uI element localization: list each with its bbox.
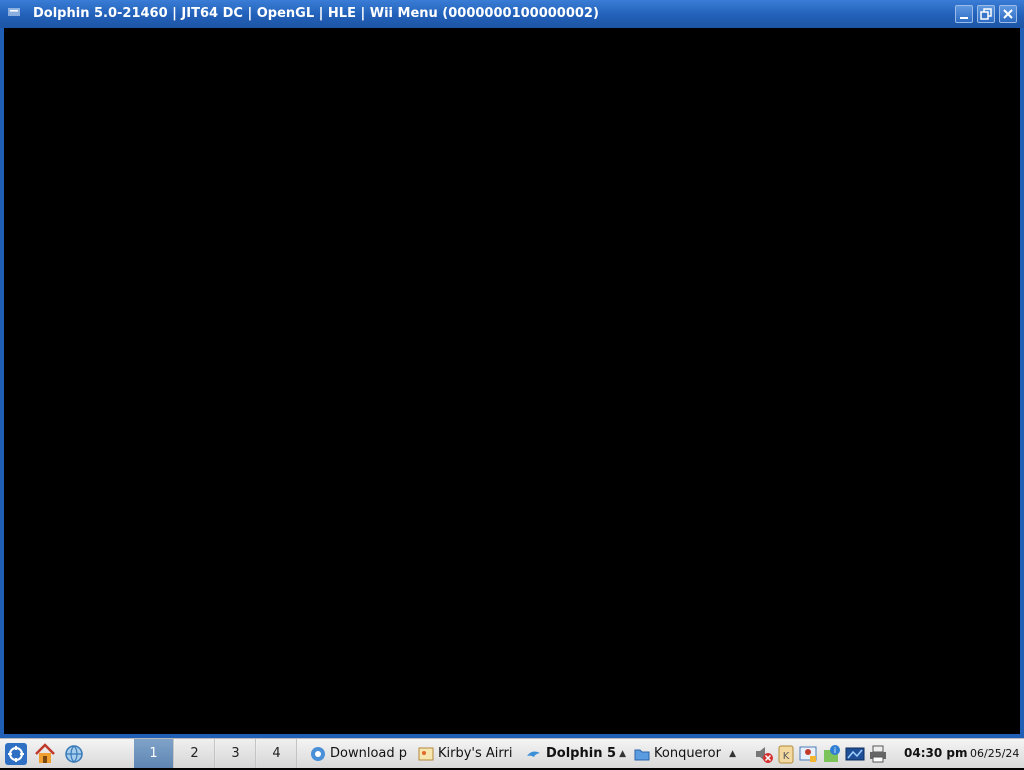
task-label: Dolphin 5 [546,746,617,761]
task-menu-arrow-icon: ▲ [619,749,626,759]
minimize-icon [960,17,968,19]
dolphin-app-icon[interactable] [7,6,21,18]
task-kirby[interactable]: Kirby's Airri [418,742,518,766]
folder-icon [634,749,650,761]
display-icon[interactable] [845,744,865,764]
user-lock-icon[interactable] [798,744,818,764]
desktop-4-button[interactable]: 4 [257,739,297,768]
svg-text:i: i [834,746,836,755]
task-download[interactable]: Download p [310,742,412,766]
task-menu-arrow-icon: ▲ [729,749,736,759]
restore-icon [980,8,992,20]
browser-icon [311,747,325,761]
desktop-1-button[interactable]: 1 [134,739,174,768]
update-icon[interactable]: i [822,744,842,764]
klipper-icon[interactable]: K [776,744,796,764]
minimize-button[interactable] [955,5,973,23]
clock-time[interactable]: 04:30 pm [904,739,967,768]
desktop-3-button[interactable]: 3 [216,739,256,768]
desktop-2-button[interactable]: 2 [175,739,215,768]
task-konqueror[interactable]: Konqueror ▲ [634,742,736,766]
close-icon [1003,9,1013,19]
emulator-window: Dolphin 5.0-21460 | JIT64 DC | OpenGL | … [0,0,1024,738]
printer-icon[interactable] [868,744,888,764]
volume-muted-icon[interactable] [754,744,774,764]
taskbar: 1 2 3 4 Download p Kirby's Airri Dolphin… [0,738,1024,768]
game-render-area[interactable] [4,28,1020,734]
network-icon[interactable] [62,742,86,766]
svg-text:K: K [783,751,790,762]
window-title: Dolphin 5.0-21460 | JIT64 DC | OpenGL | … [33,6,599,21]
restore-button[interactable] [977,5,995,23]
task-label: Kirby's Airri [438,746,513,761]
task-label: Konqueror [654,746,721,761]
clock-date[interactable]: 06/25/24 [970,739,1019,768]
close-button[interactable] [999,5,1017,23]
task-label: Download p [330,746,408,761]
dolphin-icon [527,751,540,757]
title-bar[interactable]: Dolphin 5.0-21460 | JIT64 DC | OpenGL | … [0,0,1024,28]
image-icon [418,747,434,761]
kde-menu-icon[interactable] [4,742,28,766]
task-dolphin[interactable]: Dolphin 5 ▲ [526,742,626,766]
home-icon[interactable] [33,742,57,766]
